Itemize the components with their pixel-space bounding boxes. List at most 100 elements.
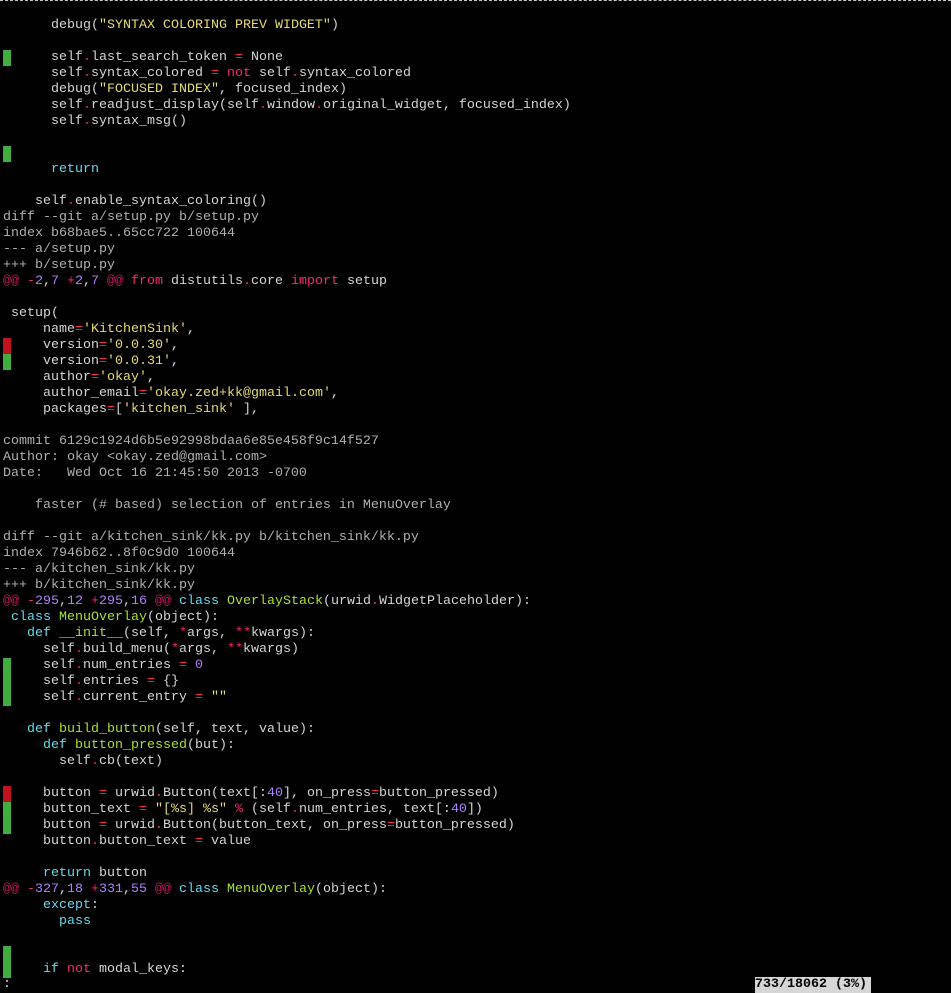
terminal-line: self.cb(text) [3,754,947,770]
terminal-line: commit 6129c1924d6b5e92998bdaa6e85e458f9… [3,434,947,450]
code-token-default: , [59,882,67,897]
terminal-line: Date: Wed Oct 16 21:45:50 2013 -0700 [3,466,947,482]
code-token-default: last_search_token [90,50,235,65]
code-token-default: (object): [314,882,387,897]
code-token-number: 16 [131,594,147,609]
code-token-op: . [90,754,99,769]
code-token-meta: Date: Wed Oct 16 21:45:50 2013 -0700 [3,466,307,481]
code-token-default: button_pressed) [394,818,515,833]
added-line-marker [3,802,11,818]
code-token-meta: commit 6129c1924d6b5e92998bdaa6e85e458f9… [3,434,379,449]
code-token-default: num_entries [82,658,179,673]
code-token-number: 327 [35,882,59,897]
added-line-marker [3,658,11,674]
code-token-hunk: @@ [3,882,19,897]
code-token-default: ]) [466,802,483,817]
code-token-string: "FOCUSED INDEX" [98,82,219,97]
code-token-hunk: @@ [107,274,123,289]
terminal-line: @@ -327,18 +331,55 @@ class MenuOverlay(… [3,882,947,898]
code-token-default: syntax_msg() [90,114,187,129]
code-token-default: ], on_press [282,786,371,801]
code-token-number: 7 [51,274,59,289]
code-token-op: = [90,370,99,385]
code-token-default: cb(text) [98,754,163,769]
code-token-default: self [3,50,83,65]
code-token-op: + [67,274,75,289]
code-token-default [3,162,51,177]
code-token-default: self [250,66,291,81]
code-token-op: . [258,98,267,113]
code-token-op: * [170,642,179,657]
code-token-classname: OverlayStack [227,594,323,609]
code-token-string: '0.0.30' [106,338,171,353]
code-token-default [3,610,11,625]
added-line-marker [3,962,11,978]
code-token-default [3,626,27,641]
code-token-default: button [3,818,99,833]
code-token-default [67,738,75,753]
code-token-default: debug( [3,18,99,33]
code-token-op: = [74,322,83,337]
terminal-line: index 7946b62..8f0c9d0 100644 [3,546,947,562]
code-token-default: button [3,834,91,849]
code-token-default: , [123,594,131,609]
code-token-meta: +++ b/kitchen_sink/kk.py [3,578,195,593]
code-token-default: kwargs): [251,626,315,641]
code-token-default [187,658,195,673]
code-token-number: 40 [266,786,283,801]
code-token-default: (but): [186,738,235,753]
added-line-marker [3,146,11,162]
code-token-default: : [91,898,99,913]
code-token-string: '0.0.31' [106,354,171,369]
terminal-line: self.syntax_colored = not self.syntax_co… [3,66,947,82]
terminal-line: self.enable_syntax_coloring() [3,194,947,210]
terminal-line: setup( [3,306,947,322]
code-token-default [147,882,155,897]
code-token-string: 'okay.zed+kk@gmail.com' [146,386,331,401]
code-token-meta: --- a/setup.py [3,242,115,257]
code-token-default: None [242,50,283,65]
code-token-default: args, [187,626,235,641]
code-token-default: self [3,642,75,657]
added-line-marker [3,674,11,690]
code-token-classname: MenuOverlay [59,610,147,625]
code-token-default: , [123,882,131,897]
code-token-classname: MenuOverlay [227,882,315,897]
terminal-line: button.button_text = value [3,834,947,850]
code-token-op: . [154,786,163,801]
code-token-op: . [74,674,83,689]
terminal-line: def __init__(self, *args, **kwargs): [3,626,947,642]
added-line-marker [3,818,11,834]
code-token-default: , [146,370,155,385]
code-token-op: = [210,66,219,81]
code-token-number: 40 [450,802,467,817]
code-token-op: + [91,594,99,609]
code-token-default: window [266,98,315,113]
code-token-default: self [3,690,75,705]
terminal-line: class MenuOverlay(object): [3,610,947,626]
scroll-position-indicator: 733/18062 (3%) [755,977,871,993]
code-token-default [19,882,27,897]
code-token-default: build_menu( [82,642,171,657]
code-token-op: + [91,882,99,897]
code-token-default: button [3,786,99,801]
code-token-op: . [370,594,379,609]
code-token-op: . [82,98,91,113]
terminal-line: +++ b/kitchen_sink/kk.py [3,578,947,594]
terminal-line: def button_pressed(but): [3,738,947,754]
code-token-keyword: except [43,898,91,913]
code-token-op: ** [235,626,251,641]
terminal-line: --- a/kitchen_sink/kk.py [3,562,947,578]
terminal-line: Author: okay <okay.zed@gmail.com> [3,450,947,466]
terminal-line: button = urwid.Button(button_text, on_pr… [3,818,947,834]
code-token-op: = [98,354,107,369]
code-token-op: . [82,114,91,129]
code-token-default: original_widget, focused_index) [322,98,571,113]
code-token-number: 2 [75,274,83,289]
code-token-op: import [290,274,339,289]
code-token-default: current_entry [82,690,195,705]
code-token-default: (self [242,802,291,817]
